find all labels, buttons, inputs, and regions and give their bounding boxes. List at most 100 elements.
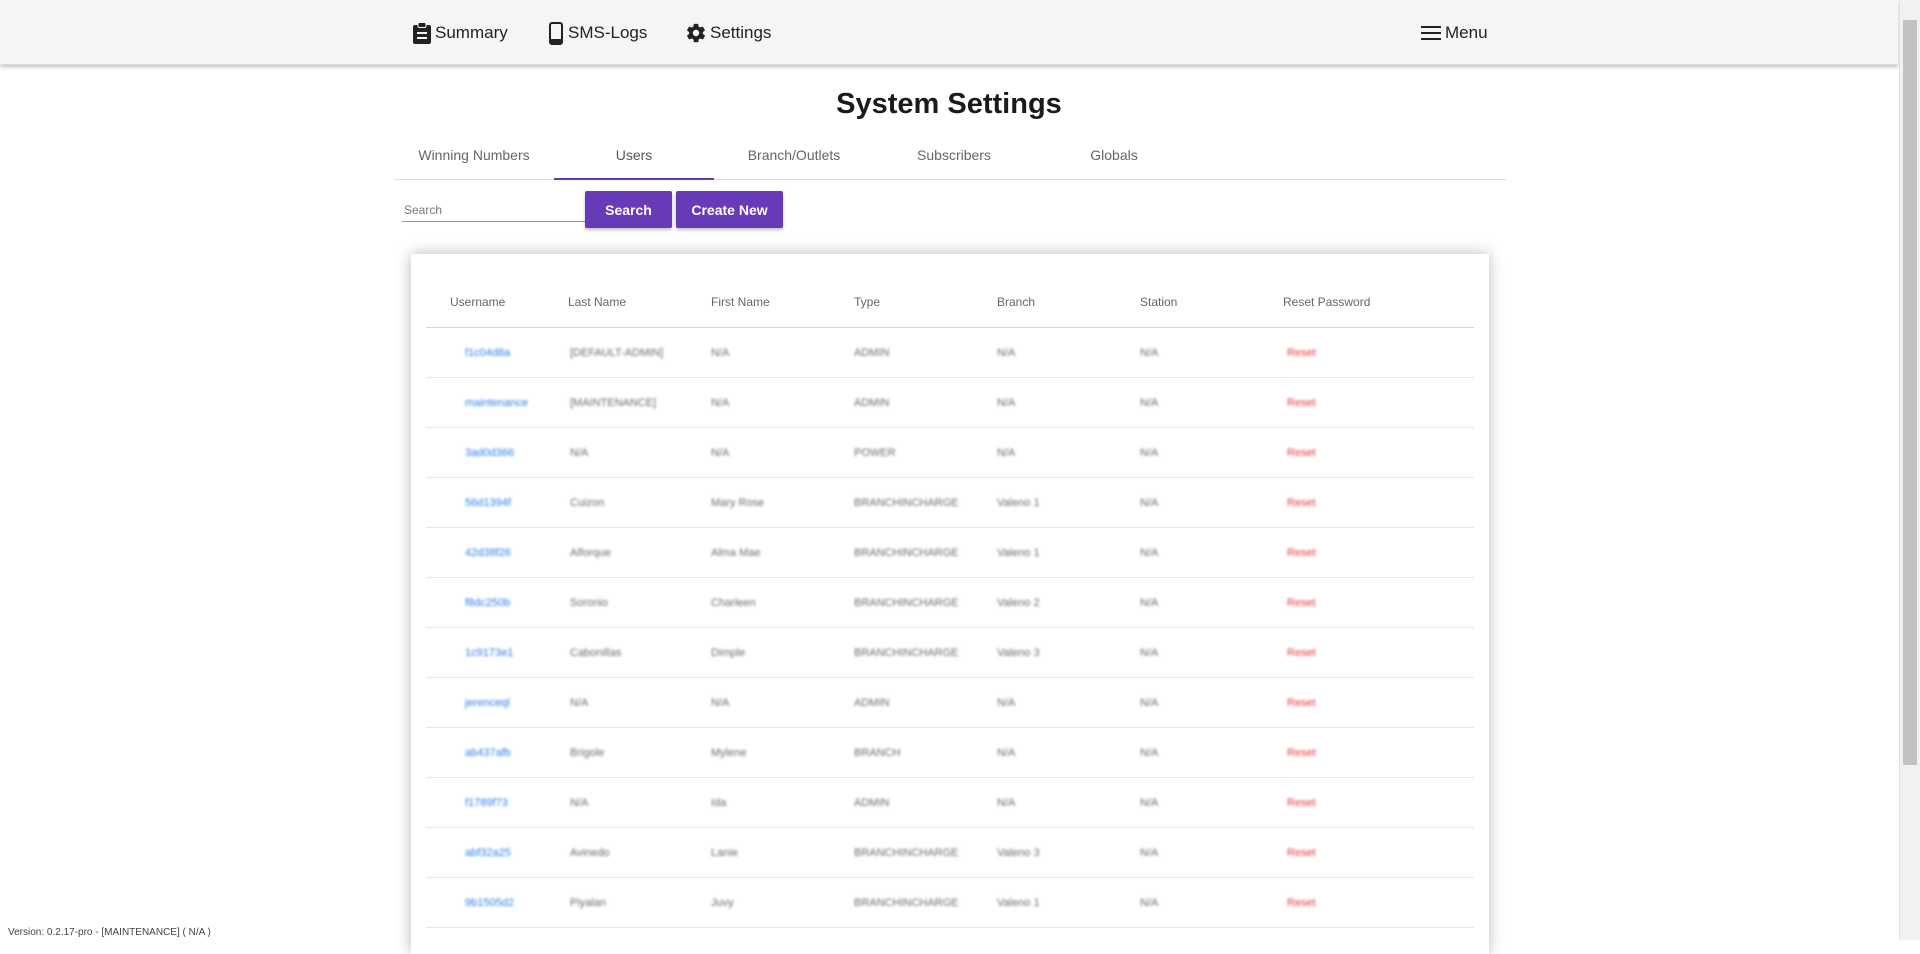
first-name-cell: Alma Mae — [711, 546, 761, 559]
hamburger-menu-icon — [1421, 26, 1441, 40]
username-link[interactable]: abf32a25 — [426, 847, 568, 859]
users-table: Username Last Name First Name Type Branc… — [426, 254, 1474, 928]
last-name-cell: Cuizon — [570, 496, 605, 509]
table-header: Username Last Name First Name Type Branc… — [426, 254, 1474, 328]
nav-menu[interactable]: Menu — [1420, 20, 1488, 46]
station-cell: N/A — [1140, 696, 1159, 709]
first-name-cell: Mylene — [711, 746, 747, 759]
station-cell: N/A — [1140, 496, 1159, 509]
clipboard-icon — [413, 22, 431, 44]
reset-password-link[interactable]: Reset — [1283, 897, 1474, 909]
username-link[interactable]: 9b1505d2 — [426, 897, 568, 909]
table-row: ab437afb Brigole Mylene BRANCH N/A N/A Reset — [426, 728, 1474, 778]
header-station[interactable]: Station — [1140, 295, 1283, 327]
username-link[interactable]: ab437afb — [426, 747, 568, 759]
last-name-cell: N/A — [570, 696, 589, 709]
header-last-name[interactable]: Last Name — [568, 295, 711, 327]
branch-cell: N/A — [997, 346, 1016, 359]
station-cell: N/A — [1140, 396, 1159, 409]
header-branch[interactable]: Branch — [997, 295, 1140, 327]
branch-cell: N/A — [997, 796, 1016, 809]
type-cell: POWER — [854, 446, 896, 459]
header-reset-password: Reset Password — [1283, 295, 1371, 309]
tab-branch-outlets[interactable]: Branch/Outlets — [714, 138, 874, 179]
nav-settings[interactable]: Settings — [685, 20, 771, 46]
nav-menu-label: Menu — [1445, 23, 1488, 42]
tab-subscribers[interactable]: Subscribers — [874, 138, 1034, 179]
scrollbar-thumb[interactable] — [1903, 20, 1917, 765]
station-cell: N/A — [1140, 546, 1159, 559]
type-cell: BRANCHINCHARGE — [854, 896, 959, 909]
first-name-cell: Dimple — [711, 646, 746, 659]
username-link[interactable]: 3ad0d366 — [426, 447, 568, 459]
last-name-cell: N/A — [570, 446, 589, 459]
table-row: jerenceql N/A N/A ADMIN N/A N/A Reset — [426, 678, 1474, 728]
reset-password-link[interactable]: Reset — [1283, 347, 1474, 359]
last-name-cell: Brigole — [570, 746, 605, 759]
username-link[interactable]: f1c04d8a — [426, 347, 568, 359]
search-button[interactable]: Search — [585, 191, 672, 228]
table-body: f1c04d8a [DEFAULT-ADMIN] N/A ADMIN N/A N/A Res… — [426, 328, 1474, 928]
station-cell: N/A — [1140, 896, 1159, 909]
branch-cell: Valeno 3 — [997, 646, 1040, 659]
station-cell: N/A — [1140, 446, 1159, 459]
username-link[interactable]: maintenance — [426, 397, 568, 409]
first-name-cell: Lanie — [711, 846, 738, 859]
username-link[interactable]: 42d38f26 — [426, 547, 568, 559]
type-cell: ADMIN — [854, 796, 890, 809]
first-name-cell: Juvy — [711, 896, 734, 909]
reset-password-link[interactable]: Reset — [1283, 597, 1474, 609]
reset-password-link[interactable]: Reset — [1283, 397, 1474, 409]
reset-password-link[interactable]: Reset — [1283, 847, 1474, 859]
branch-cell: N/A — [997, 396, 1016, 409]
reset-password-link[interactable]: Reset — [1283, 447, 1474, 459]
type-cell: BRANCHINCHARGE — [854, 646, 959, 659]
last-name-cell: Cabonillas — [570, 646, 622, 659]
scrollbar[interactable] — [1899, 0, 1920, 940]
reset-password-link[interactable]: Reset — [1283, 547, 1474, 559]
username-link[interactable]: jerenceql — [426, 697, 568, 709]
first-name-cell: Mary Rose — [711, 496, 765, 509]
reset-password-link[interactable]: Reset — [1283, 747, 1474, 759]
table-row: 1c9173e1 Cabonillas Dimple BRANCHINCHARGE Va… — [426, 628, 1474, 678]
users-table-card: Username Last Name First Name Type Branc… — [411, 254, 1489, 954]
nav-sms-logs-label: SMS-Logs — [568, 23, 648, 42]
nav-summary[interactable]: Summary — [412, 20, 508, 46]
reset-password-link[interactable]: Reset — [1283, 697, 1474, 709]
tab-winning-numbers[interactable]: Winning Numbers — [394, 138, 554, 179]
first-name-cell: N/A — [711, 696, 730, 709]
top-navbar: Summary SMS-Logs Settings Menu — [0, 0, 1898, 65]
username-link[interactable]: 56d1394f — [426, 497, 568, 509]
nav-summary-label: Summary — [435, 23, 508, 42]
tab-globals[interactable]: Globals — [1034, 138, 1194, 179]
branch-cell: Valeno 3 — [997, 846, 1040, 859]
type-cell: BRANCHINCHARGE — [854, 596, 959, 609]
tab-users[interactable]: Users — [554, 138, 714, 180]
last-name-cell: Avinedo — [570, 846, 610, 859]
last-name-cell: [MAINTENANCE] — [570, 396, 657, 409]
type-cell: ADMIN — [854, 696, 890, 709]
header-type[interactable]: Type — [854, 295, 997, 327]
last-name-cell: N/A — [570, 796, 589, 809]
username-link[interactable]: f8dc250b — [426, 597, 568, 609]
reset-password-link[interactable]: Reset — [1283, 497, 1474, 509]
last-name-cell: Piyalan — [570, 896, 607, 909]
search-input[interactable] — [402, 199, 586, 222]
nav-sms-logs[interactable]: SMS-Logs — [549, 20, 647, 46]
station-cell: N/A — [1140, 596, 1159, 609]
username-link[interactable]: 1c9173e1 — [426, 647, 568, 659]
branch-cell: N/A — [997, 696, 1016, 709]
reset-password-link[interactable]: Reset — [1283, 797, 1474, 809]
first-name-cell: N/A — [711, 396, 730, 409]
table-row: f1c04d8a [DEFAULT-ADMIN] N/A ADMIN N/A N/A Res… — [426, 328, 1474, 378]
first-name-cell: N/A — [711, 346, 730, 359]
header-username[interactable]: Username — [426, 295, 568, 327]
username-link[interactable]: f1789f73 — [426, 797, 568, 809]
last-name-cell: Soronio — [570, 596, 608, 609]
station-cell: N/A — [1140, 746, 1159, 759]
header-first-name[interactable]: First Name — [711, 295, 854, 327]
last-name-cell: [DEFAULT-ADMIN] — [570, 346, 664, 359]
reset-password-link[interactable]: Reset — [1283, 647, 1474, 659]
create-new-button[interactable]: Create New — [676, 191, 783, 228]
nav-settings-label: Settings — [710, 23, 772, 42]
